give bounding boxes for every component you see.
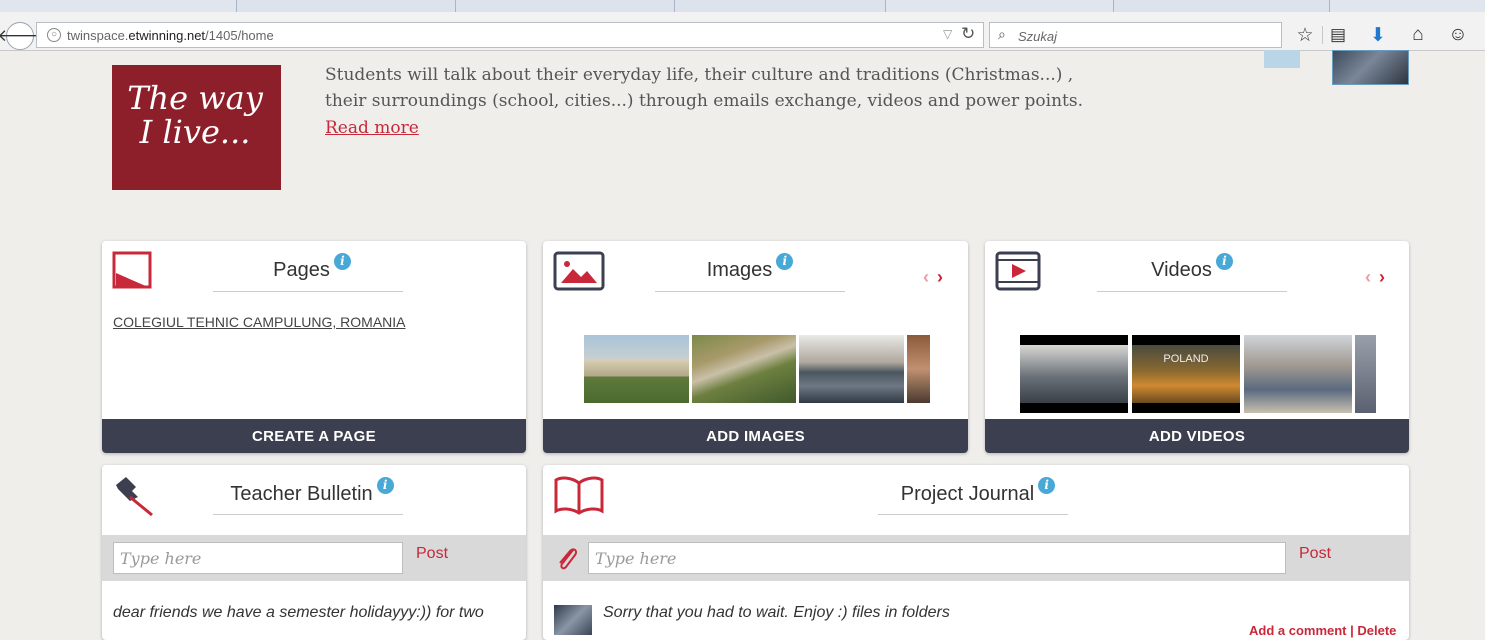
next-arrow-icon[interactable]: › — [1379, 267, 1385, 287]
video-thumbnail[interactable] — [1244, 335, 1352, 413]
bulletin-post-button[interactable]: Post — [416, 545, 448, 563]
toolbar-separator — [1322, 26, 1323, 44]
journal-entry: Sorry that you had to wait. Enjoy :) fil… — [603, 604, 950, 621]
prev-arrow-icon[interactable]: ‹ — [1365, 267, 1371, 287]
dropdown-arrow-icon[interactable]: ▽ — [943, 27, 952, 41]
teacher-bulletin-title: Teacher Bulletin i — [212, 477, 412, 506]
project-journal-title: Project Journal i — [853, 477, 1103, 506]
browser-tab[interactable] — [1113, 0, 1330, 12]
search-icon: ⌕ — [998, 26, 1006, 42]
book-icon — [554, 476, 604, 515]
info-icon[interactable]: i — [376, 477, 394, 494]
download-icon[interactable]: ⬇ — [1364, 22, 1392, 48]
avatar — [554, 605, 592, 635]
page-icon — [112, 251, 152, 289]
pushpin-icon — [116, 477, 153, 517]
search-bar[interactable]: ⌕ — [989, 22, 1282, 48]
video-thumbnail[interactable]: POLAND — [1132, 335, 1240, 413]
reload-icon[interactable]: ↻ — [961, 24, 975, 44]
image-icon — [553, 251, 605, 291]
url-prefix: twinspace. — [67, 28, 129, 43]
member-thumbnail[interactable] — [1264, 50, 1300, 68]
add-images-button[interactable]: ADD IMAGES — [543, 419, 968, 453]
info-icon[interactable]: i — [776, 253, 794, 270]
info-icon[interactable]: i — [1038, 477, 1056, 494]
carousel-arrows: ‹ › — [1365, 267, 1385, 288]
url-domain: etwinning.net — [128, 28, 206, 43]
project-description: Students will talk about their everyday … — [325, 65, 1083, 111]
images-title: Images i — [655, 253, 845, 282]
image-thumbnail[interactable] — [799, 335, 904, 403]
journal-post-row: Post — [543, 535, 1409, 581]
title-underline — [213, 291, 403, 292]
bulletin-post-row: Post — [102, 535, 526, 581]
videos-title-text: Videos — [1151, 259, 1212, 281]
video-thumbnail[interactable] — [1355, 335, 1376, 413]
home-icon[interactable]: ⌂ — [1404, 22, 1432, 48]
title-underline — [213, 514, 403, 515]
browser-tab[interactable] — [236, 0, 456, 12]
title-underline — [1097, 291, 1287, 292]
browser-tab[interactable] — [455, 0, 675, 12]
title-underline — [878, 514, 1068, 515]
carousel-arrows: ‹ › — [923, 267, 943, 288]
bookmark-star-icon[interactable]: ☆ — [1291, 22, 1319, 48]
reading-list-icon[interactable]: ▤ — [1324, 22, 1352, 48]
video-icon — [995, 251, 1041, 291]
url-path: /1405/home — [205, 28, 274, 43]
read-more-link[interactable]: Read more — [325, 118, 419, 138]
chat-icon[interactable]: ☺ — [1444, 22, 1472, 48]
project-journal-title-text: Project Journal — [900, 483, 1035, 505]
bulletin-input[interactable] — [113, 542, 403, 574]
teacher-bulletin-title-text: Teacher Bulletin — [230, 483, 373, 505]
paperclip-icon[interactable] — [555, 544, 579, 572]
images-title-text: Images — [706, 259, 773, 281]
pages-card: Pages i COLEGIUL TEHNIC CAMPULUNG, ROMANI… — [102, 241, 526, 453]
logo-text: The way I live... — [127, 79, 263, 151]
image-thumbnail[interactable] — [907, 335, 930, 403]
journal-entry-actions[interactable]: Add a comment | Delete — [1249, 623, 1396, 638]
search-input[interactable] — [1016, 25, 1270, 47]
prev-arrow-icon[interactable]: ‹ — [923, 267, 929, 287]
journal-post-button[interactable]: Post — [1299, 545, 1331, 563]
project-journal-card: Project Journali Post Sorry that you had… — [543, 465, 1409, 640]
add-videos-button[interactable]: ADD VIDEOS — [985, 419, 1409, 453]
page-link[interactable]: COLEGIUL TEHNIC CAMPULUNG, ROMANIA — [113, 314, 406, 330]
journal-input[interactable] — [588, 542, 1286, 574]
image-thumbnail[interactable] — [692, 335, 796, 403]
teacher-bulletin-card: Teacher Bulletini Post dear friends we h… — [102, 465, 526, 640]
info-icon[interactable]: i — [1215, 253, 1233, 270]
back-button[interactable]: 🡐 — [0, 22, 43, 50]
videos-card: Videos i ‹ › POLAND ADD VIDEOS — [985, 241, 1409, 453]
project-logo: The way I live... — [112, 65, 281, 190]
bulletin-entry: dear friends we have a semester holidayy… — [113, 604, 484, 621]
url-text[interactable]: twinspace.etwinning.net/1405/home — [67, 28, 274, 43]
next-arrow-icon[interactable]: › — [937, 267, 943, 287]
image-thumbnail[interactable] — [584, 335, 689, 403]
address-bar[interactable]: ○ twinspace.etwinning.net/1405/home ▽ ↻ — [36, 22, 984, 48]
pages-title: Pages i — [212, 253, 412, 282]
title-underline — [655, 291, 845, 292]
info-icon[interactable]: i — [333, 253, 351, 270]
create-page-button[interactable]: CREATE A PAGE — [102, 419, 526, 453]
video-caption: POLAND — [1163, 353, 1209, 365]
globe-icon: ○ — [47, 28, 61, 42]
pages-title-text: Pages — [273, 259, 330, 281]
videos-title: Videos i — [1097, 253, 1287, 282]
browser-tab[interactable] — [674, 0, 886, 12]
video-thumbnail[interactable] — [1020, 335, 1128, 413]
images-card: Images i ‹ › ADD IMAGES — [543, 241, 968, 453]
member-thumbnail[interactable] — [1332, 50, 1409, 85]
